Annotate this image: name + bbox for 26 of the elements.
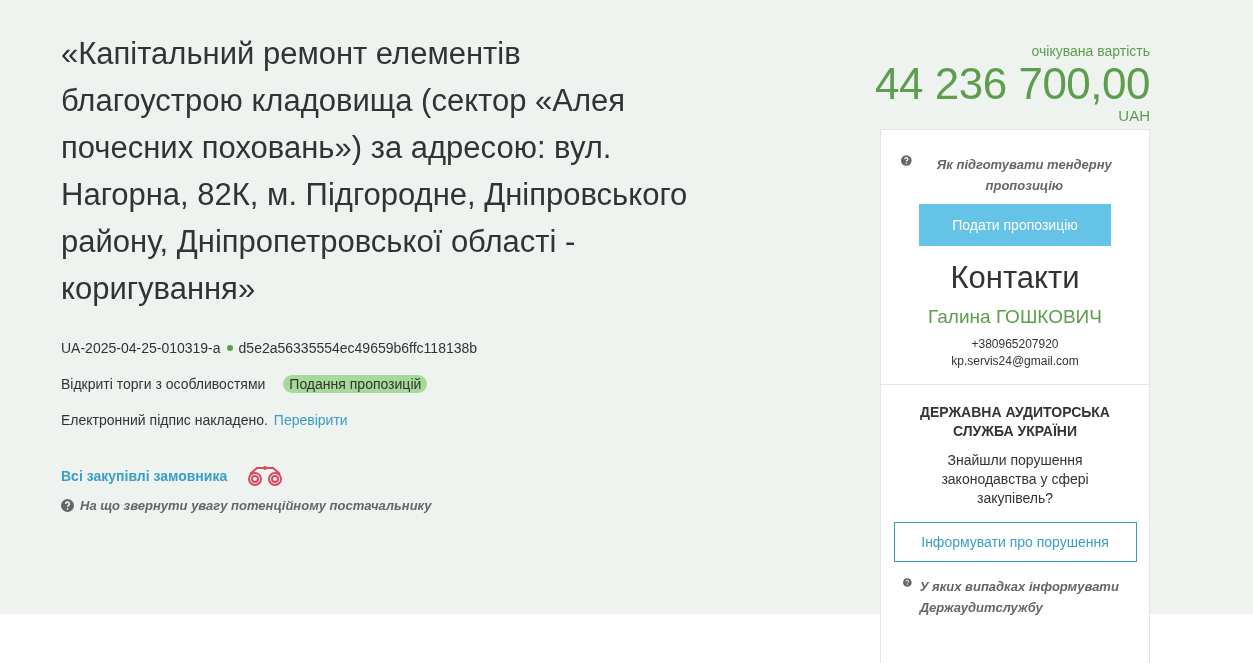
help-icon [901, 154, 912, 167]
report-violation-button[interactable]: Інформувати про порушення [893, 522, 1137, 562]
status-badge: Подання пропозицій [283, 375, 428, 393]
contact-email: kp.servis24@gmail.com [951, 353, 1079, 370]
buyer-procurements-link[interactable]: Всі закупівлі замовника [61, 468, 228, 484]
price-amount: 44 236 700,00 [875, 59, 1150, 109]
tender-id: UA-2025-04-25-010319-a [61, 340, 221, 356]
contacts-heading: Контакти [950, 260, 1080, 296]
audit-help-link[interactable]: У яких випадках інформувати Держаудитслужбу [919, 576, 1137, 618]
separator-dot [226, 345, 233, 351]
procedure-type: Відкриті торги з особливостями [61, 376, 266, 392]
signature-note: Електронний підпис накладено. [61, 412, 268, 428]
price-label: очікувана вартість [1031, 43, 1150, 59]
supplier-help-link[interactable]: На що звернути увагу потенційному постачальнику [80, 498, 432, 513]
verify-link[interactable]: Перевірити [273, 412, 348, 428]
tender-hash: d5e2a56335554ec49659b6ffc118138b [238, 340, 478, 356]
help-icon [61, 499, 74, 512]
tender-title: «Капітальний ремонт елементів благоустрою кладовища (сектор «Алея почесних поховань») за адресою: вул. Нагорна, 82К, м. Підгородне, Дніпровського району, Дніпропетровської області - коригування» [61, 35, 689, 308]
help-icon [903, 576, 912, 589]
contact-phone: +380965207920 [971, 336, 1059, 353]
submit-proposal-button[interactable]: Подати пропозицію [919, 204, 1111, 246]
currency: UAH [1118, 109, 1150, 123]
audit-question: Знайшли порушення законодавства у сфері закупівель? [940, 451, 1090, 508]
audit-heading: ДЕРЖАВНА АУДИТОРСЬКА СЛУЖБА УКРАЇНИ [919, 403, 1111, 441]
contact-name: Галина ГОШКОВИЧ [928, 306, 1102, 328]
proposal-help-link[interactable]: Як підготувати тендерну пропозицію [919, 154, 1129, 196]
